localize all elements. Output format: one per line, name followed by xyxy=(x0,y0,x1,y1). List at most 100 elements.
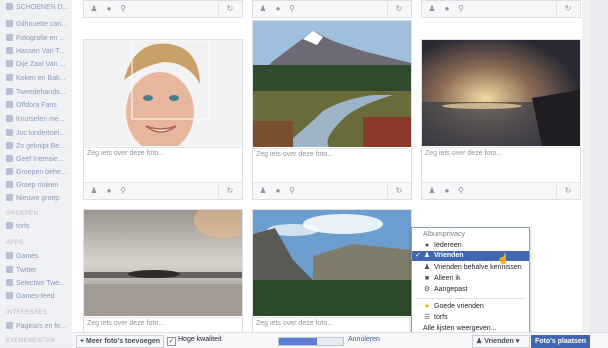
photo-mountain-river[interactable] xyxy=(253,21,411,147)
clock-icon[interactable]: ● xyxy=(443,5,451,13)
sidebar-item[interactable]: Nieuwe groep xyxy=(6,193,70,204)
upload-progress-fill xyxy=(279,338,318,345)
sidebar-item[interactable]: Twitter xyxy=(6,265,70,276)
sidebar-item[interactable]: Joc kindertoel... xyxy=(6,128,70,139)
rotate-icon[interactable]: ↻ xyxy=(226,187,234,195)
clock-icon[interactable]: ● xyxy=(274,187,282,195)
sidebar-item[interactable]: Groep maken xyxy=(6,180,70,191)
sidebar-item[interactable]: Koken en Bak... xyxy=(6,73,70,84)
sidebar-item[interactable]: Geef Intensie... xyxy=(6,154,70,165)
photo-portrait[interactable] xyxy=(84,40,242,146)
location-icon[interactable]: ⚲ xyxy=(119,187,127,195)
privacy-dropdown-button[interactable]: ♟ Vrienden ▾ xyxy=(472,335,530,348)
app-icon xyxy=(6,252,13,259)
rotate-icon[interactable]: ↻ xyxy=(395,5,403,13)
sidebar-item[interactable]: Zo geknipt Be... xyxy=(6,141,70,152)
group-icon xyxy=(6,129,13,136)
clock-icon[interactable]: ● xyxy=(105,5,113,13)
privacy-list-torfs[interactable]: ☰ torfs xyxy=(412,313,529,323)
sidebar-item[interactable]: Groepen behe... xyxy=(6,167,70,178)
privacy-option-everyone[interactable]: ● Iedereen xyxy=(412,241,529,251)
location-icon[interactable]: ⚲ xyxy=(119,5,127,13)
rotate-icon[interactable]: ↻ xyxy=(226,5,234,13)
group-icon xyxy=(6,142,13,149)
photo-misty-sea[interactable] xyxy=(84,210,242,316)
photo-valley[interactable] xyxy=(253,210,411,316)
tag-person-icon[interactable]: ♟ xyxy=(90,187,98,195)
photo-toolbar: ♟ ● ⚲ ↻ xyxy=(252,0,412,18)
friends-icon: ♟ xyxy=(423,264,431,271)
location-icon[interactable]: ⚲ xyxy=(288,5,296,13)
privacy-list-close-friends[interactable]: ★ Goede vrienden xyxy=(412,302,529,312)
photo-caption-input[interactable]: Zeg iets over deze foto... xyxy=(422,147,578,176)
group-icon xyxy=(6,3,13,10)
high-quality-checkbox[interactable]: ✓ xyxy=(167,337,176,346)
sidebar-item[interactable]: Knutselen me... xyxy=(6,114,70,125)
globe-icon: ● xyxy=(424,242,430,249)
sidebar-item[interactable]: SCHOENEN D... xyxy=(6,2,70,13)
photo-sunset-coast[interactable] xyxy=(422,40,580,146)
sidebar-item[interactable]: Games-feed xyxy=(6,291,70,302)
photo-toolbar: ♟ ● ⚲ ↻ xyxy=(421,0,581,18)
sidebar-item[interactable]: Dije Zaal Van ... xyxy=(6,59,70,70)
photo-toolbar: ♟ ● ⚲ ↻ xyxy=(253,182,411,199)
privacy-option-friends-except[interactable]: ♟ Vrienden behalve kennissen xyxy=(412,263,529,273)
sidebar-item[interactable]: Hassen Van T... xyxy=(6,46,70,57)
group-icon xyxy=(6,181,13,188)
privacy-option-custom[interactable]: ⚙ Aangepast xyxy=(412,285,529,295)
sidebar-item[interactable]: torfs xyxy=(6,221,70,232)
group-icon xyxy=(6,168,13,175)
clock-icon[interactable]: ● xyxy=(274,5,282,13)
cancel-link[interactable]: Annuleren xyxy=(348,336,380,343)
sidebar-item[interactable]: Offdora Fans xyxy=(6,100,70,111)
section-heading: GROEPEN xyxy=(6,211,39,217)
plus-icon: + xyxy=(80,338,85,345)
group-icon xyxy=(6,20,13,27)
photo-toolbar: ♟ ● ⚲ ↻ xyxy=(83,0,243,18)
sidebar-item[interactable]: Gilhouette can... xyxy=(6,19,70,30)
tag-person-icon[interactable]: ♟ xyxy=(259,5,267,13)
sidebar-item[interactable]: Selective Twe... xyxy=(6,278,70,289)
privacy-option-friends[interactable]: ✓ ♟ Vrienden xyxy=(412,251,529,261)
tag-person-icon[interactable]: ♟ xyxy=(259,187,267,195)
tag-person-icon[interactable]: ♟ xyxy=(428,187,436,195)
menu-title: Albumprivacy xyxy=(423,231,466,238)
rotate-icon[interactable]: ↻ xyxy=(395,187,403,195)
sidebar-item[interactable]: Games xyxy=(6,251,70,262)
group-icon xyxy=(6,47,13,54)
checkmark-icon: ✓ xyxy=(415,252,421,259)
group-icon xyxy=(6,88,13,95)
clock-icon[interactable]: ● xyxy=(105,187,113,195)
location-icon[interactable]: ⚲ xyxy=(457,187,465,195)
tag-person-icon[interactable]: ♟ xyxy=(90,5,98,13)
group-icon xyxy=(6,60,13,67)
location-icon[interactable]: ⚲ xyxy=(457,5,465,13)
privacy-option-only-me[interactable]: ■ Alleen ik xyxy=(412,274,529,284)
section-heading: APPS xyxy=(6,240,24,246)
group-icon xyxy=(6,194,13,201)
friends-icon: ♟ xyxy=(476,338,483,345)
section-heading: INTERESSES xyxy=(6,310,48,316)
tag-person-icon[interactable]: ♟ xyxy=(428,5,436,13)
add-more-photos-button[interactable]: + Meer foto's toevoegen xyxy=(76,335,165,348)
sidebar-item[interactable]: Pagina's en fe... xyxy=(6,321,70,332)
sidebar-item[interactable]: Tweedehands... xyxy=(6,87,70,98)
upload-progress-bar xyxy=(278,337,344,346)
sidebar-item[interactable]: Fotografie en ... xyxy=(6,33,70,44)
group-icon xyxy=(6,115,13,122)
post-photos-button[interactable]: Foto's plaatsen xyxy=(531,335,591,348)
scrollbar[interactable] xyxy=(582,0,590,332)
photo-card: Zeg iets over deze foto... ♟ ● ⚲ ↻ xyxy=(252,20,412,200)
list-icon: ☰ xyxy=(423,314,431,321)
group-icon xyxy=(6,155,13,162)
photo-caption-input[interactable]: Zeg iets over deze foto... xyxy=(84,147,240,176)
photo-caption-input[interactable]: Zeg iets over deze foto... xyxy=(253,148,409,177)
photo-card: Zeg iets over deze foto... ♟ ● ⚲ ↻ xyxy=(421,39,581,200)
rotate-icon[interactable]: ↻ xyxy=(564,187,572,195)
location-icon[interactable]: ⚲ xyxy=(288,187,296,195)
lock-icon: ■ xyxy=(424,275,430,282)
photo-toolbar: ♟ ● ⚲ ↻ xyxy=(84,182,242,199)
rotate-icon[interactable]: ↻ xyxy=(564,5,572,13)
photo-toolbar: ♟ ● ⚲ ↻ xyxy=(422,182,580,199)
clock-icon[interactable]: ● xyxy=(443,187,451,195)
